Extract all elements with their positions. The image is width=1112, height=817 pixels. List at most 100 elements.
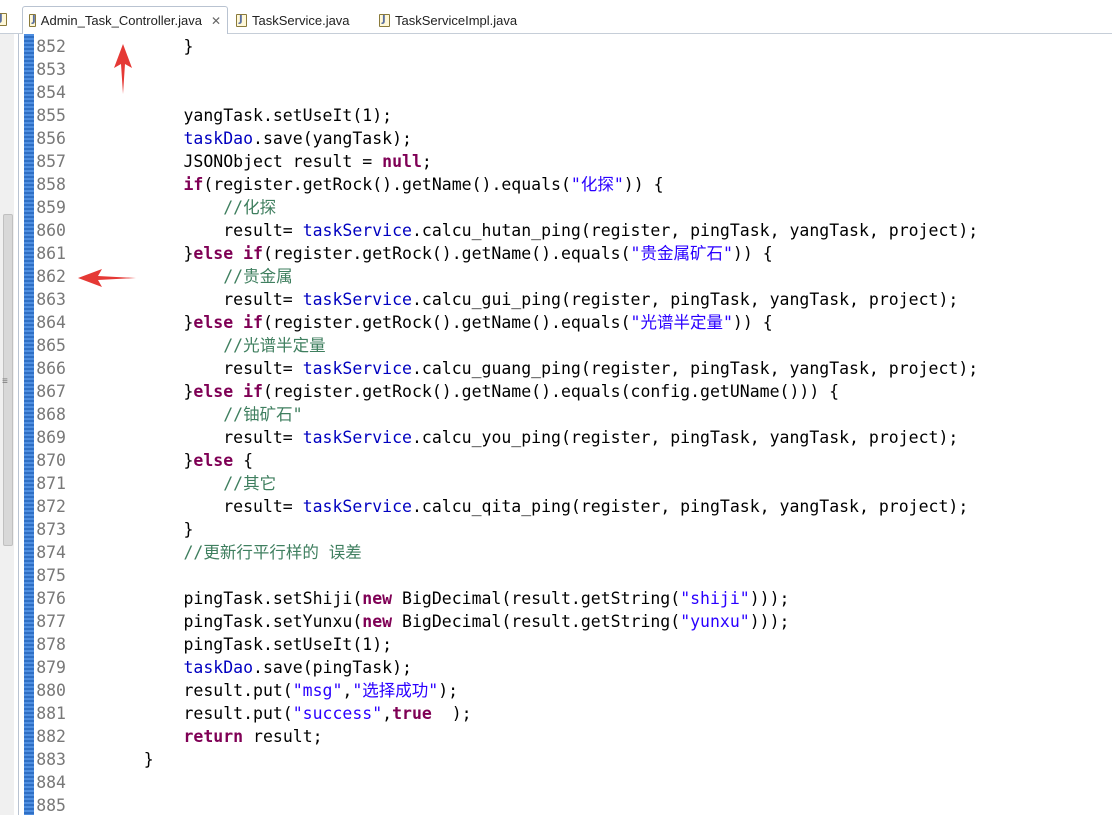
code-token: else if xyxy=(193,382,263,401)
line-number: 869 xyxy=(36,428,66,447)
code-line[interactable]: 856 taskDao.save(yangTask); xyxy=(36,127,978,150)
editor-tab-bar: Admin_Task_Controller.java ✕ TaskService… xyxy=(0,0,1112,34)
line-number: 872 xyxy=(36,497,66,516)
code-line[interactable]: 874 //更新行平行样的 误差 xyxy=(36,541,978,564)
tab-task-service[interactable]: TaskService.java xyxy=(230,8,370,32)
code-token: //其它 xyxy=(223,474,277,493)
line-number: 870 xyxy=(36,451,66,470)
code-token: taskDao xyxy=(183,658,254,677)
code-text: //其它 xyxy=(104,472,276,495)
code-line[interactable]: 859 //化探 xyxy=(36,196,978,219)
line-number: 876 xyxy=(36,589,66,608)
code-line[interactable]: 875 xyxy=(36,564,978,587)
code-line[interactable]: 861 }else if(register.getRock().getName(… xyxy=(36,242,978,265)
line-number: 883 xyxy=(36,750,66,769)
code-line[interactable]: 867 }else if(register.getRock().getName(… xyxy=(36,380,978,403)
code-token: taskService xyxy=(302,221,412,240)
code-text: }else if(register.getRock().getName().eq… xyxy=(104,311,772,334)
code-text: //光谱半定量 xyxy=(104,334,325,357)
code-line[interactable]: 857 JSONObject result = null; xyxy=(36,150,978,173)
code-line[interactable]: 862 //贵金属 xyxy=(36,265,978,288)
code-token: (register.getRock().getName().equals( xyxy=(203,175,571,194)
code-line[interactable]: 865 //光谱半定量 xyxy=(36,334,978,357)
left-arrow-annotation xyxy=(78,269,136,287)
code-token: { xyxy=(233,451,254,470)
java-file-icon xyxy=(236,13,247,27)
code-text: //化探 xyxy=(104,196,276,219)
previous-tab-fragment[interactable] xyxy=(0,10,12,30)
line-number: 884 xyxy=(36,773,66,792)
code-line[interactable]: 880 result.put("msg","选择成功"); xyxy=(36,679,978,702)
code-token: ))); xyxy=(749,589,790,608)
code-line[interactable]: 860 result= taskService.calcu_hutan_ping… xyxy=(36,219,978,242)
line-number: 878 xyxy=(36,635,66,654)
code-line[interactable]: 882 return result; xyxy=(36,725,978,748)
code-line[interactable]: 872 result= taskService.calcu_qita_ping(… xyxy=(36,495,978,518)
code-token: null xyxy=(382,152,422,171)
code-token: } xyxy=(104,244,194,263)
code-line[interactable]: 883 } xyxy=(36,748,978,771)
code-token: taskService xyxy=(302,428,412,447)
code-line[interactable]: 878 pingTask.setUseIt(1); xyxy=(36,633,978,656)
code-line[interactable]: 879 taskDao.save(pingTask); xyxy=(36,656,978,679)
code-token: "贵金属矿石" xyxy=(630,244,733,263)
code-token: ; xyxy=(421,152,432,171)
code-text: result.put("msg","选择成功"); xyxy=(104,679,458,702)
code-line[interactable]: 884 xyxy=(36,771,978,794)
code-line[interactable]: 873 } xyxy=(36,518,978,541)
code-token: result.put( xyxy=(104,704,293,723)
left-panel-scrollbar[interactable]: ≡ xyxy=(0,34,14,815)
code-line[interactable]: 876 pingTask.setShiji(new BigDecimal(res… xyxy=(36,587,978,610)
code-line[interactable]: 870 }else { xyxy=(36,449,978,472)
code-line[interactable]: 885 xyxy=(36,794,978,817)
tab-admin-task-controller[interactable]: Admin_Task_Controller.java ✕ xyxy=(22,6,228,34)
line-number: 863 xyxy=(36,290,66,309)
code-token: JSONObject result = xyxy=(104,152,383,171)
code-token: pingTask.setUseIt(1); xyxy=(104,635,393,654)
line-number: 885 xyxy=(36,796,66,815)
code-line[interactable]: 858 if(register.getRock().getName().equa… xyxy=(36,173,978,196)
code-line[interactable]: 853 xyxy=(36,58,978,81)
line-number: 859 xyxy=(36,198,66,217)
line-number: 865 xyxy=(36,336,66,355)
code-token: result= xyxy=(104,290,303,309)
code-token: "选择成功" xyxy=(352,681,439,700)
code-line[interactable]: 871 //其它 xyxy=(36,472,978,495)
code-editor[interactable]: 852 } 853 854 855 yangTask.setUseIt(1); 856 … xyxy=(36,35,978,817)
code-line[interactable]: 852 } xyxy=(36,35,978,58)
code-token: new xyxy=(362,612,393,631)
code-token: .calcu_qita_ping(register, pingTask, yan… xyxy=(411,497,969,516)
code-token: ); xyxy=(431,704,472,723)
code-token: } xyxy=(104,382,194,401)
java-file-icon xyxy=(29,14,36,27)
tab-task-service-impl[interactable]: TaskServiceImpl.java xyxy=(373,8,533,32)
line-number: 882 xyxy=(36,727,66,746)
code-line[interactable]: 855 yangTask.setUseIt(1); xyxy=(36,104,978,127)
line-number: 860 xyxy=(36,221,66,240)
code-token: (register.getRock().getName().equals( xyxy=(262,313,631,332)
code-text: pingTask.setUseIt(1); xyxy=(104,633,392,656)
code-line[interactable]: 868 //铀矿石" xyxy=(36,403,978,426)
code-line[interactable]: 854 xyxy=(36,81,978,104)
code-line[interactable]: 877 pingTask.setYunxu(new BigDecimal(res… xyxy=(36,610,978,633)
code-token: "yunxu" xyxy=(680,612,750,631)
line-number: 881 xyxy=(36,704,66,723)
code-line[interactable]: 863 result= taskService.calcu_gui_ping(r… xyxy=(36,288,978,311)
code-token: pingTask.setShiji( xyxy=(104,589,363,608)
code-text: return result; xyxy=(104,725,322,748)
java-file-icon xyxy=(379,13,390,27)
code-token: .save(pingTask); xyxy=(253,658,412,677)
line-number: 873 xyxy=(36,520,66,539)
code-token: )) { xyxy=(623,175,664,194)
code-line[interactable]: 881 result.put("success",true ); xyxy=(36,702,978,725)
code-token: (register.getRock().getName().equals( xyxy=(262,244,631,263)
code-token: BigDecimal(result.getString( xyxy=(392,589,681,608)
line-number: 858 xyxy=(36,175,66,194)
line-number: 868 xyxy=(36,405,66,424)
code-line[interactable]: 869 result= taskService.calcu_you_ping(r… xyxy=(36,426,978,449)
close-icon[interactable]: ✕ xyxy=(211,14,221,28)
code-line[interactable]: 866 result= taskService.calcu_guang_ping… xyxy=(36,357,978,380)
code-line[interactable]: 864 }else if(register.getRock().getName(… xyxy=(36,311,978,334)
line-number: 877 xyxy=(36,612,66,631)
